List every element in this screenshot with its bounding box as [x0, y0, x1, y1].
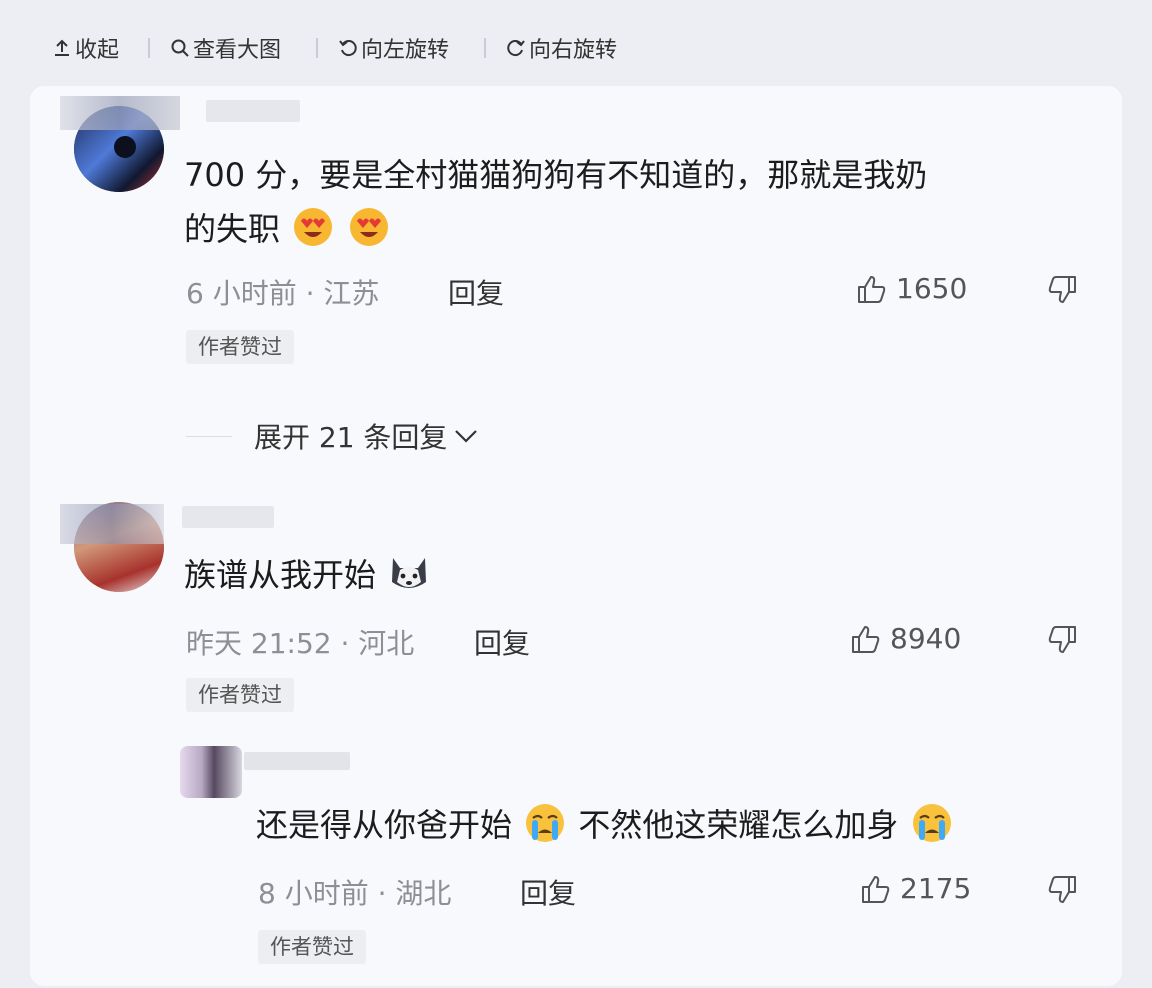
- crying-emoji: [526, 804, 565, 842]
- magnifier-icon: [171, 39, 189, 57]
- blurred-username: [60, 504, 164, 544]
- reply-text-part1: 还是得从你爸开始: [256, 806, 513, 844]
- thumbs-down-icon[interactable]: [1044, 874, 1078, 906]
- view-large-button[interactable]: 查看大图: [170, 31, 281, 65]
- like-count: 1650: [896, 272, 968, 305]
- rotate-left-icon: [339, 40, 357, 57]
- reply-text-line: 还是得从你爸开始 不然他这荣耀怎么加身: [256, 798, 955, 852]
- thumbs-up-icon: [858, 275, 886, 303]
- reply-button[interactable]: 回复: [448, 272, 504, 312]
- rotate-right-label: 向右旋转: [529, 38, 618, 63]
- rotate-left-label: 向左旋转: [361, 38, 450, 63]
- collapse-button[interactable]: 收起: [52, 31, 119, 65]
- expand-replies-label: 展开 21 条回复: [254, 421, 448, 454]
- blurred-username: [182, 506, 274, 528]
- thumbs-up-icon: [862, 875, 890, 903]
- upload-arrow-icon: [55, 39, 69, 56]
- rotate-right-icon: [507, 40, 525, 57]
- avatar[interactable]: [180, 746, 242, 798]
- rotate-right-button[interactable]: 向右旋转: [506, 31, 617, 65]
- like-button[interactable]: 1650: [856, 272, 967, 305]
- like-count: 8940: [890, 622, 962, 655]
- blurred-username: [60, 96, 180, 130]
- expand-divider: [186, 436, 232, 437]
- thumbs-down-icon[interactable]: [1044, 274, 1078, 306]
- crying-emoji: [912, 804, 951, 842]
- author-liked-badge: 作者赞过: [258, 930, 366, 964]
- rotate-left-button[interactable]: 向左旋转: [338, 31, 449, 65]
- comment-meta: 昨天 21:52 · 河北: [186, 627, 415, 660]
- reply-meta: 8 小时前 · 湖北: [258, 877, 452, 910]
- comment-meta: 6 小时前 · 江苏: [186, 277, 380, 310]
- collapse-label: 收起: [75, 38, 120, 63]
- blurred-username: [244, 752, 350, 770]
- view-large-label: 查看大图: [193, 38, 282, 63]
- comment-text: 700 分，要是全村猫猫狗狗有不知道的，那就是我奶: [184, 156, 928, 194]
- expand-replies-button[interactable]: 展开 21 条回复: [254, 416, 479, 456]
- comments-card: 700 分，要是全村猫猫狗狗有不知道的，那就是我奶 的失职 6 小时前 · 江苏…: [30, 86, 1122, 986]
- toolbar-divider: [148, 38, 150, 58]
- like-count: 2175: [900, 872, 972, 905]
- husky-emoji: [392, 558, 427, 588]
- comment-text-line2: 的失职: [184, 210, 281, 248]
- image-viewer-toolbar: 收起 查看大图 向左旋转 向右旋转: [0, 0, 1152, 86]
- toolbar-divider: [316, 38, 318, 58]
- comment-text: 族谱从我开始: [184, 556, 377, 594]
- reply-text-part2: 不然他这荣耀怎么加身: [578, 806, 899, 844]
- like-button[interactable]: 2175: [860, 872, 971, 905]
- reply-button[interactable]: 回复: [474, 622, 530, 662]
- like-button[interactable]: 8940: [850, 622, 961, 655]
- reply-button[interactable]: 回复: [520, 872, 576, 912]
- thumbs-up-icon: [852, 625, 880, 653]
- toolbar-divider: [484, 38, 486, 58]
- comment-text-continued: 的失职: [184, 202, 392, 256]
- thumbs-down-icon[interactable]: [1044, 624, 1078, 656]
- blurred-username: [206, 100, 300, 122]
- comment-text-line: 族谱从我开始: [184, 548, 432, 602]
- author-liked-badge: 作者赞过: [186, 330, 294, 364]
- author-liked-badge: 作者赞过: [186, 678, 294, 712]
- heart-eyes-emoji: [350, 208, 389, 246]
- heart-eyes-emoji: [294, 208, 333, 246]
- chevron-down-icon: [455, 430, 478, 443]
